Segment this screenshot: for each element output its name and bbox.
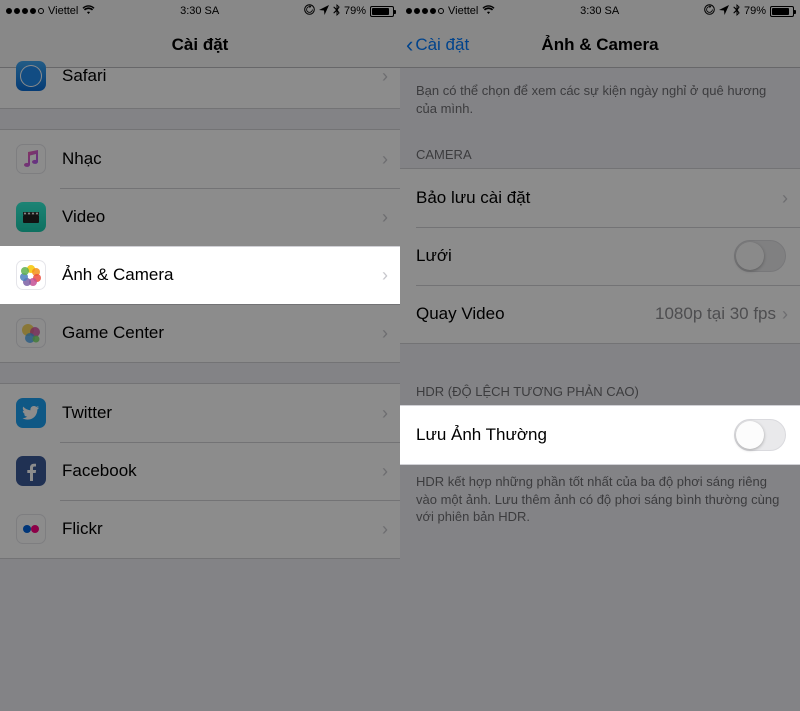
row-gamecenter[interactable]: Game Center › <box>0 304 400 362</box>
row-label: Quay Video <box>416 304 655 324</box>
settings-group-media: Nhạc › Video › <box>0 129 400 363</box>
row-label: Facebook <box>62 461 382 481</box>
hdr-section-header: HDR (ĐỘ LỆCH TƯƠNG PHẢN CAO) <box>400 344 800 405</box>
carrier-label: Viettel <box>448 5 478 17</box>
row-music[interactable]: Nhạc › <box>0 130 400 188</box>
settings-group-apps-1: Safari › <box>0 68 400 109</box>
battery-pct-label: 79% <box>344 5 366 17</box>
battery-pct-label: 79% <box>744 5 766 17</box>
wifi-icon <box>482 4 495 18</box>
rotation-lock-icon <box>304 4 315 18</box>
row-keep-normal-photo[interactable]: Lưu Ảnh Thường <box>400 406 800 464</box>
hdr-group: Lưu Ảnh Thường <box>400 405 800 465</box>
chevron-right-icon: › <box>382 519 400 540</box>
location-icon <box>719 4 729 18</box>
flickr-icon <box>16 514 46 544</box>
row-video[interactable]: Video › <box>0 188 400 246</box>
page-title: Cài đặt <box>0 35 400 55</box>
row-facebook[interactable]: Facebook › <box>0 442 400 500</box>
hdr-footer: HDR kết hợp những phần tốt nhất của ba đ… <box>400 465 800 538</box>
chevron-right-icon: › <box>782 188 800 209</box>
rotation-lock-icon <box>704 4 715 18</box>
carrier-label: Viettel <box>48 5 78 17</box>
chevron-left-icon: ‹ <box>406 32 413 58</box>
chevron-right-icon: › <box>382 461 400 482</box>
grid-toggle[interactable] <box>734 240 786 272</box>
gamecenter-icon <box>16 318 46 348</box>
status-bar: Viettel 3:30 SA 79% <box>0 0 400 22</box>
clock-label: 3:30 SA <box>580 5 619 17</box>
video-icon <box>16 202 46 232</box>
row-photos-camera[interactable]: Ảnh & Camera › <box>0 246 400 304</box>
holiday-footer: Bạn có thể chọn để xem các sự kiện ngày … <box>400 68 800 129</box>
signal-strength-icon <box>6 8 44 14</box>
bluetooth-icon <box>733 4 740 19</box>
photos-icon <box>16 260 46 290</box>
row-label: Safari <box>62 66 382 86</box>
row-safari[interactable]: Safari › <box>0 68 400 108</box>
chevron-right-icon: › <box>782 304 800 325</box>
facebook-icon <box>16 456 46 486</box>
right-pane-photos-camera: Viettel 3:30 SA 79% <box>400 0 800 711</box>
chevron-right-icon: › <box>382 207 400 228</box>
left-pane-settings: Viettel 3:30 SA 79% Cài <box>0 0 400 711</box>
chevron-right-icon: › <box>382 323 400 344</box>
row-flickr[interactable]: Flickr › <box>0 500 400 558</box>
status-bar: Viettel 3:30 SA 79% <box>400 0 800 22</box>
row-label: Ảnh & Camera <box>62 265 382 285</box>
battery-icon <box>370 6 394 17</box>
camera-section-header: CAMERA <box>400 129 800 168</box>
row-label: Video <box>62 207 382 227</box>
nav-bar: Cài đặt <box>0 22 400 68</box>
back-label: Cài đặt <box>415 35 469 55</box>
row-preserve-settings[interactable]: Bảo lưu cài đặt › <box>400 169 800 227</box>
clock-label: 3:30 SA <box>180 5 219 17</box>
settings-group-social: Twitter › Facebook › Flickr › <box>0 383 400 559</box>
row-label: Nhạc <box>62 149 382 169</box>
wifi-icon <box>82 4 95 18</box>
battery-icon <box>770 6 794 17</box>
signal-strength-icon <box>406 8 444 14</box>
keep-normal-toggle[interactable] <box>734 419 786 451</box>
row-label: Twitter <box>62 403 382 423</box>
location-icon <box>319 4 329 18</box>
camera-group: Bảo lưu cài đặt › Lưới Quay Video 1080p … <box>400 168 800 344</box>
bluetooth-icon <box>333 4 340 19</box>
row-label: Bảo lưu cài đặt <box>416 188 782 208</box>
chevron-right-icon: › <box>382 403 400 424</box>
back-button[interactable]: ‹ Cài đặt <box>400 32 469 58</box>
row-label: Lưu Ảnh Thường <box>416 425 734 445</box>
chevron-right-icon: › <box>382 265 400 286</box>
row-value: 1080p tại 30 fps <box>655 304 776 324</box>
row-label: Game Center <box>62 323 382 343</box>
row-record-video[interactable]: Quay Video 1080p tại 30 fps › <box>400 285 800 343</box>
row-grid[interactable]: Lưới <box>400 227 800 285</box>
music-icon <box>16 144 46 174</box>
chevron-right-icon: › <box>382 66 400 87</box>
screenshot-container: Viettel 3:30 SA 79% Cài <box>0 0 800 711</box>
row-label: Lưới <box>416 246 734 266</box>
row-label: Flickr <box>62 519 382 539</box>
row-twitter[interactable]: Twitter › <box>0 384 400 442</box>
nav-bar: ‹ Cài đặt Ảnh & Camera <box>400 22 800 68</box>
safari-icon <box>16 61 46 91</box>
chevron-right-icon: › <box>382 149 400 170</box>
twitter-icon <box>16 398 46 428</box>
